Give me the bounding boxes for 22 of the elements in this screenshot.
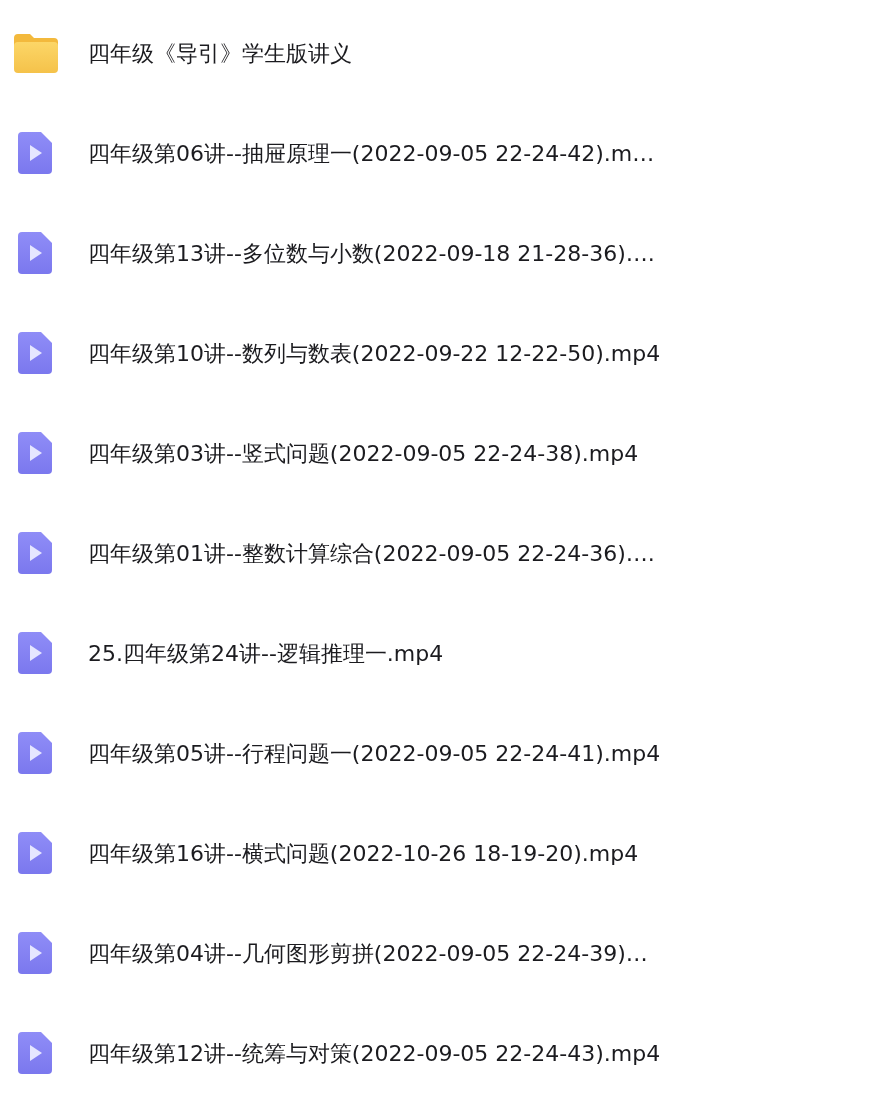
file-name[interactable]: 四年级《导引》学生版讲义 xyxy=(88,36,352,70)
file-name[interactable]: 四年级第12讲--统筹与对策(2022-09-05 22-24-43).mp4 xyxy=(88,1036,661,1070)
file-name[interactable]: 四年级第03讲--竖式问题(2022-09-05 22-24-38).mp4 xyxy=(88,436,639,470)
file-name[interactable]: 四年级第05讲--行程问题一(2022-09-05 22-24-41).mp4 xyxy=(88,736,661,770)
video-file-icon xyxy=(17,731,53,775)
file-name[interactable]: 25.四年级第24讲--逻辑推理一.mp4 xyxy=(88,636,444,670)
file-name[interactable]: 四年级第13讲--多位数与小数(2022-09-18 21-28-36)…. xyxy=(88,236,655,270)
file-name[interactable]: 四年级第06讲--抽屉原理一(2022-09-05 22-24-42).m… xyxy=(88,136,655,170)
video-file-icon xyxy=(17,131,53,175)
file-name[interactable]: 四年级第16讲--横式问题(2022-10-26 18-19-20).mp4 xyxy=(88,836,639,870)
folder-icon xyxy=(12,32,60,74)
video-file-icon xyxy=(17,631,53,675)
video-file-icon xyxy=(17,1031,53,1075)
video-file-icon xyxy=(17,231,53,275)
file-name[interactable]: 四年级第01讲--整数计算综合(2022-09-05 22-24-36)…. xyxy=(88,536,655,570)
video-file-icon xyxy=(17,831,53,875)
video-file-icon xyxy=(17,431,53,475)
video-file-icon xyxy=(17,931,53,975)
video-file-icon xyxy=(17,531,53,575)
file-name[interactable]: 四年级第10讲--数列与数表(2022-09-22 12-22-50).mp4 xyxy=(88,336,661,370)
file-name[interactable]: 四年级第04讲--几何图形剪拼(2022-09-05 22-24-39)… xyxy=(88,936,648,970)
video-file-icon xyxy=(17,331,53,375)
